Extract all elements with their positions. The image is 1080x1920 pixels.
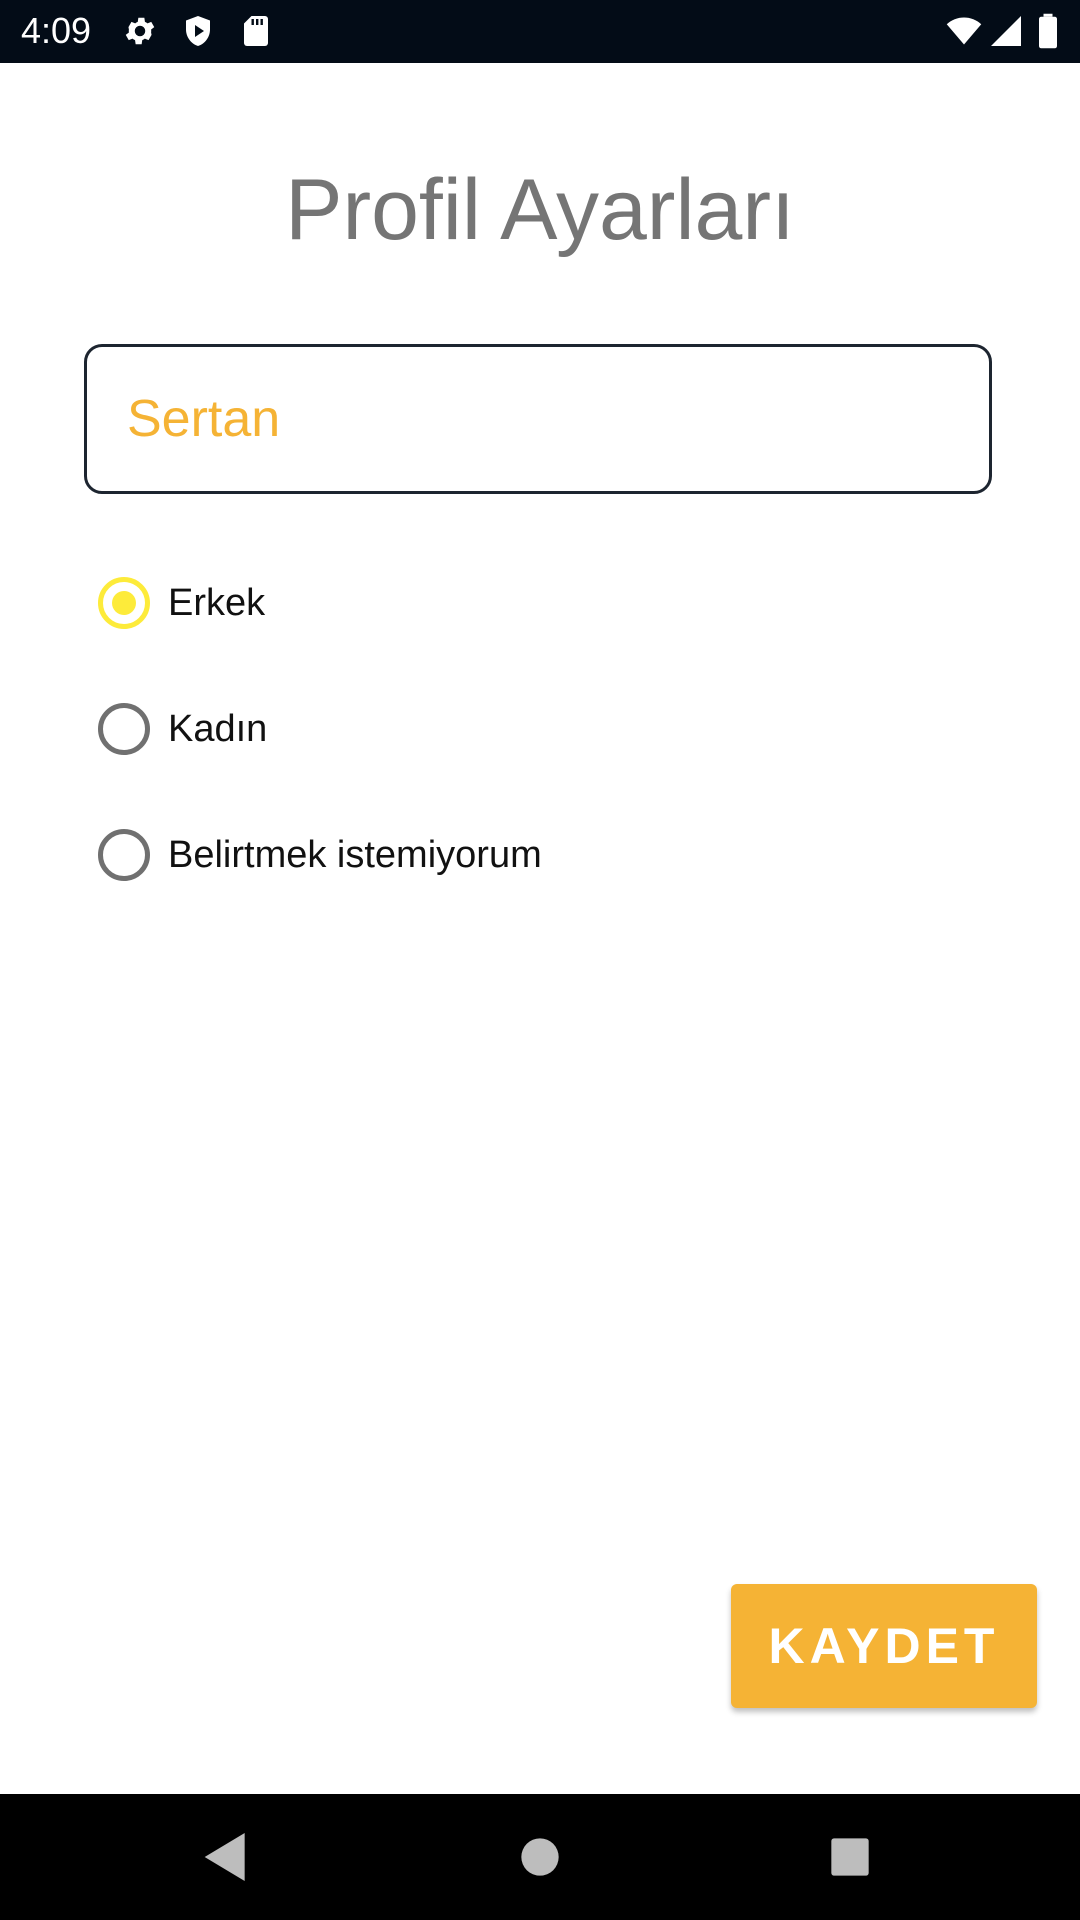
radio-label: Erkek	[168, 581, 266, 624]
sd-card-icon	[238, 13, 274, 49]
signal-icon	[988, 13, 1024, 49]
radio-button-unchecked[interactable]	[98, 829, 150, 881]
navigation-bar	[0, 1794, 1080, 1920]
wifi-icon	[944, 13, 984, 49]
battery-icon	[1032, 13, 1064, 49]
recents-icon[interactable]	[818, 1825, 882, 1889]
home-icon[interactable]	[508, 1825, 572, 1889]
radio-label: Belirtmek istemiyorum	[168, 833, 542, 876]
radio-option-erkek[interactable]: Erkek	[98, 573, 265, 633]
radio-button-checked[interactable]	[98, 577, 150, 629]
status-time: 4:09	[21, 10, 92, 51]
profile-settings-screen: 4:09 Profil Ayarları Erkek K	[0, 0, 1080, 1920]
page-title: Profil Ayarları	[285, 162, 795, 258]
back-icon[interactable]	[194, 1825, 258, 1889]
name-field[interactable]	[84, 344, 992, 494]
name-input[interactable]	[127, 347, 947, 491]
shield-play-icon	[180, 13, 216, 49]
radio-label: Kadın	[168, 707, 268, 750]
radio-option-kadin[interactable]: Kadın	[98, 699, 267, 759]
radio-dot	[112, 591, 136, 615]
save-button[interactable]: KAYDET	[731, 1584, 1037, 1708]
status-bar: 4:09	[0, 0, 1080, 63]
settings-icon	[122, 13, 158, 49]
radio-option-belirtmek-istemiyorum[interactable]: Belirtmek istemiyorum	[98, 825, 542, 885]
radio-button-unchecked[interactable]	[98, 703, 150, 755]
